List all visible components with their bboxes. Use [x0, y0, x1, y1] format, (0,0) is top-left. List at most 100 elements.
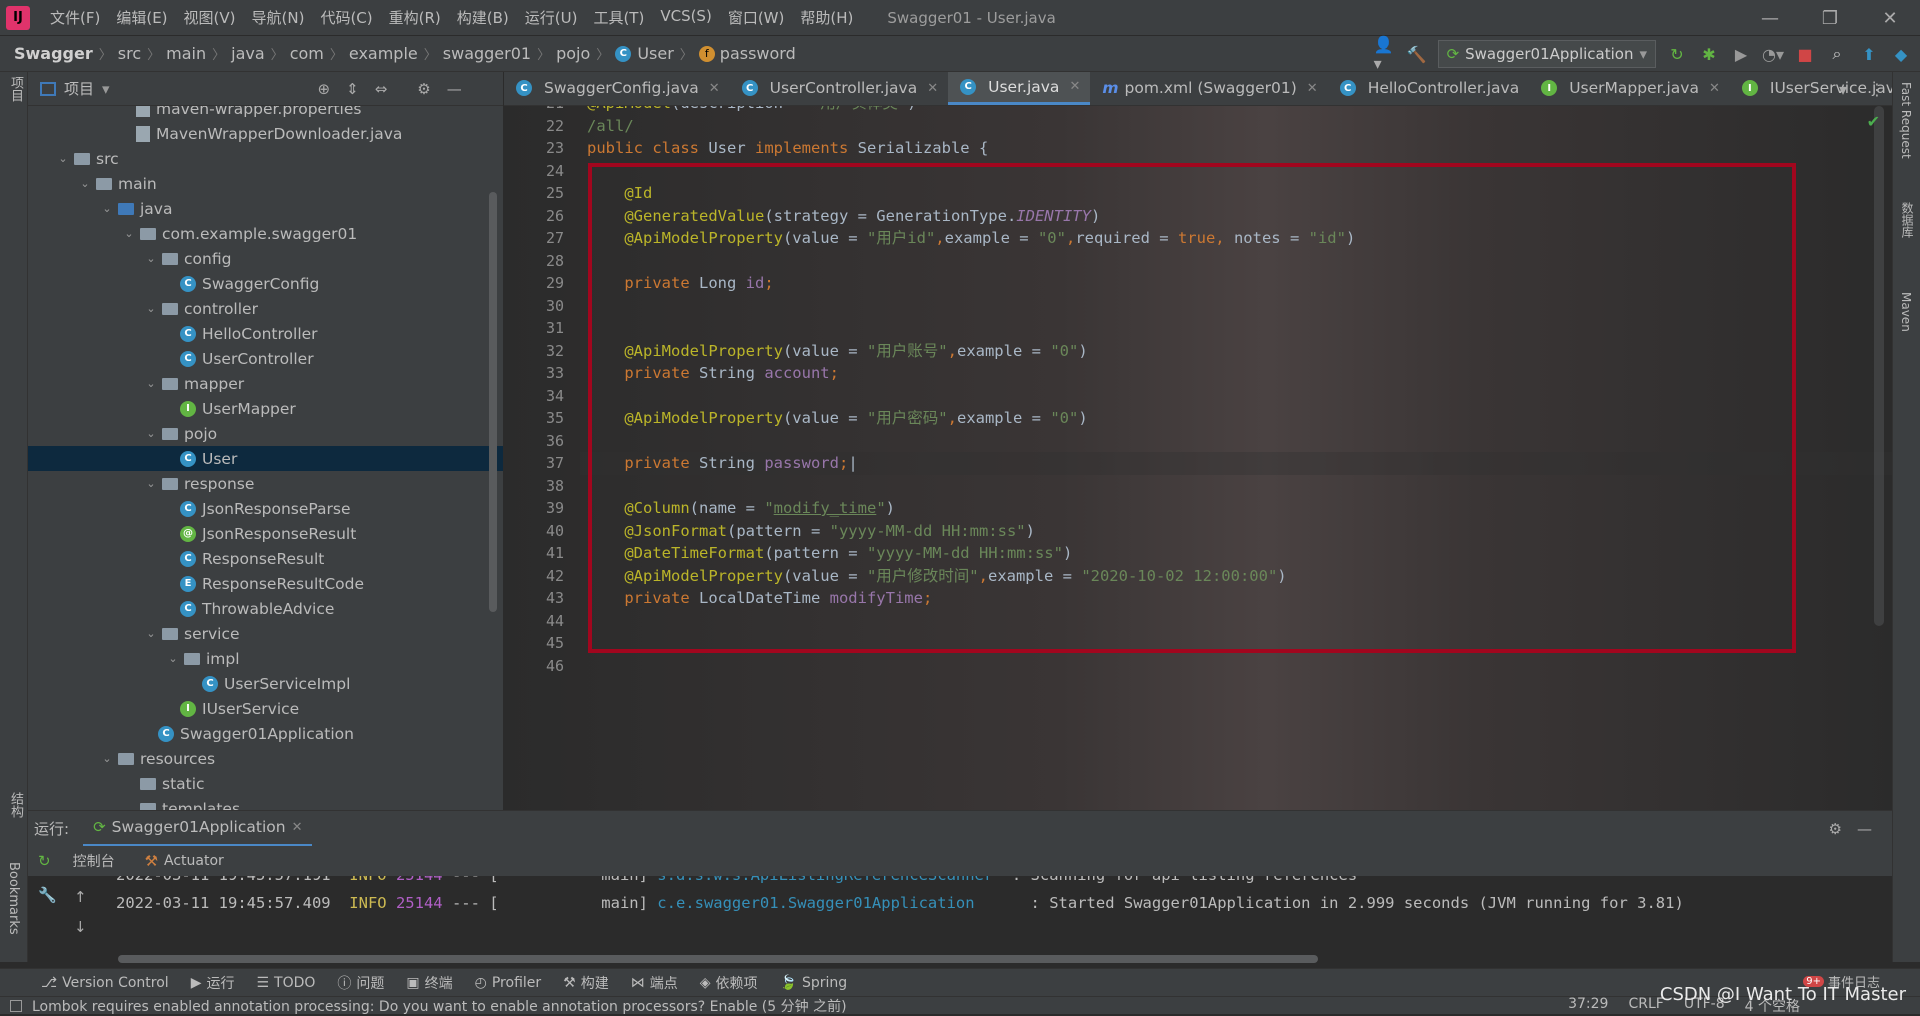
breadcrumb-item[interactable]: Swagger	[14, 44, 93, 63]
chevron-icon[interactable]: ⌄	[144, 477, 158, 490]
menu-item[interactable]: 构建(B)	[449, 7, 517, 28]
tree-item[interactable]: MavenWrapperDownloader.java	[28, 121, 503, 146]
editor-tab[interactable]: C User.java ✕	[948, 72, 1091, 105]
tree-item[interactable]: E ResponseResultCode	[28, 571, 503, 596]
breadcrumb-item[interactable]: com	[290, 44, 324, 63]
bottom-tool-button[interactable]: ⓘ 问题	[326, 973, 395, 993]
code-editor[interactable]: 2122 23 24 25 26 27 28 29 30 31 32 33 34 35 36 37 38 39 40…	[504, 106, 1892, 810]
tabs-overflow-icon[interactable]: ▾	[1832, 78, 1854, 100]
bottom-tool-button[interactable]: ⎇ Version Control	[30, 975, 180, 991]
minimize-icon[interactable]: —	[1740, 0, 1800, 36]
breadcrumb-item[interactable]: pojo	[556, 44, 590, 63]
tree-item[interactable]: ⌄ pojo	[28, 421, 503, 446]
tree-item[interactable]: ⌄ java	[28, 196, 503, 221]
code-line[interactable]: @ApiModel(description = "用户实体类")	[587, 106, 917, 115]
tree-item[interactable]: ⌄ impl	[28, 646, 503, 671]
breadcrumb-item[interactable]: src	[118, 44, 141, 63]
bottom-tool-button[interactable]: ⋈ 端点	[620, 973, 689, 993]
breadcrumb-item[interactable]: java	[231, 44, 265, 63]
status-widget[interactable]: 37:29	[1568, 996, 1608, 1016]
locate-icon[interactable]: ⊕	[318, 80, 331, 98]
chevron-icon[interactable]: ⌄	[166, 652, 180, 665]
tree-item[interactable]: C UserController	[28, 346, 503, 371]
chevron-icon[interactable]: ⌄	[144, 252, 158, 265]
rerun-icon[interactable]: ↻	[38, 852, 51, 870]
code-line[interactable]: public class User implements Serializabl…	[587, 137, 988, 160]
tree-item[interactable]: ⌄ com.example.swagger01	[28, 221, 503, 246]
console-tab[interactable]: 控制台	[73, 851, 115, 871]
tree-item[interactable]: ⌄ response	[28, 471, 503, 496]
user-icon[interactable]: 👤▾	[1374, 35, 1396, 73]
console-horizontal-scrollbar[interactable]	[118, 955, 1318, 963]
wrench-icon[interactable]: 🔧	[38, 886, 57, 904]
structure-tool-button[interactable]: 结构	[6, 792, 25, 818]
restore-icon[interactable]: ❐	[1800, 0, 1860, 36]
menu-item[interactable]: 视图(V)	[176, 7, 244, 28]
menu-item[interactable]: 代码(C)	[312, 7, 380, 28]
chevron-icon[interactable]: ⌄	[144, 627, 158, 640]
close-icon[interactable]: ✕	[1709, 81, 1720, 96]
profile-icon[interactable]: ◔▾	[1762, 43, 1784, 65]
chevron-icon[interactable]: ⌄	[56, 152, 70, 165]
close-icon[interactable]: ✕	[1307, 81, 1318, 96]
tree-item[interactable]: ⌄ mapper	[28, 371, 503, 396]
chevron-down-icon[interactable]: ▾	[102, 80, 110, 98]
status-message[interactable]: Lombok requires enabled annotation proce…	[32, 996, 847, 1016]
tree-item[interactable]: ⌄ main	[28, 171, 503, 196]
tree-item[interactable]: C User	[28, 446, 503, 471]
tree-item[interactable]: C JsonResponseParse	[28, 496, 503, 521]
tree-item[interactable]: ⌄ resources	[28, 746, 503, 771]
actuator-tab[interactable]: Actuator	[164, 853, 224, 869]
editor-scrollbar[interactable]	[1874, 106, 1884, 626]
menu-item[interactable]: 工具(T)	[585, 7, 652, 28]
scroll-down-icon[interactable]: ↓	[74, 918, 87, 936]
chevron-icon[interactable]: ⌄	[144, 377, 158, 390]
chevron-icon[interactable]: ⌄	[100, 752, 114, 765]
fast-request-tool-button[interactable]: Fast Request	[1899, 82, 1913, 159]
close-icon[interactable]: ✕	[1860, 0, 1920, 36]
menu-item[interactable]: 运行(U)	[517, 7, 586, 28]
chevron-icon[interactable]: ⌄	[122, 227, 136, 240]
tree-item[interactable]: C ResponseResult	[28, 546, 503, 571]
bottom-tool-button[interactable]: 🍃 Spring	[769, 975, 859, 991]
more-icon[interactable]: ⋮	[1866, 78, 1888, 100]
breadcrumb-item[interactable]: example	[349, 44, 418, 63]
menu-item[interactable]: 文件(F)	[42, 7, 108, 28]
tree-item[interactable]: C Swagger01Application	[28, 721, 503, 746]
bottom-tool-button[interactable]: ◴ Profiler	[464, 975, 553, 991]
close-icon[interactable]: ✕	[927, 81, 938, 96]
status-checkbox-icon[interactable]	[10, 999, 22, 1012]
tree-item[interactable]: I IUserService	[28, 696, 503, 721]
menu-item[interactable]: 帮助(H)	[792, 7, 861, 28]
project-panel-title[interactable]: 项目	[64, 78, 94, 99]
bottom-tool-button[interactable]: ▣ 终端	[395, 973, 463, 993]
breadcrumb-item[interactable]: password	[720, 44, 796, 63]
update-icon[interactable]: ⬆	[1858, 43, 1880, 65]
status-widget[interactable]: CRLF	[1628, 996, 1663, 1016]
close-icon[interactable]: ✕	[709, 81, 720, 96]
database-tool-button[interactable]: 数据库	[1899, 202, 1916, 238]
close-icon[interactable]: ✕	[1069, 79, 1080, 94]
chevron-icon[interactable]: ⌄	[144, 427, 158, 440]
hide-icon[interactable]: —	[447, 80, 462, 98]
menu-item[interactable]: VCS(S)	[652, 7, 719, 28]
chevron-icon[interactable]: ⌄	[144, 302, 158, 315]
breadcrumb-item[interactable]: main	[166, 44, 206, 63]
project-tool-button[interactable]: 项目	[6, 76, 25, 102]
menu-item[interactable]: 导航(N)	[244, 7, 313, 28]
tree-item[interactable]: C ThrowableAdvice	[28, 596, 503, 621]
close-icon[interactable]: ✕	[292, 820, 303, 835]
editor-tab[interactable]: I UserMapper.java ✕	[1529, 72, 1730, 105]
editor-tab[interactable]: C SwaggerConfig.java ✕	[504, 72, 730, 105]
editor-tab[interactable]: m pom.xml (Swagger01) ✕	[1090, 72, 1327, 105]
chevron-icon[interactable]: ⌄	[78, 177, 92, 190]
bookmarks-tool-button[interactable]: Bookmarks	[6, 862, 21, 935]
breadcrumb-item[interactable]: User	[637, 44, 673, 63]
console-output[interactable]: 🔧 ↑ ↓ 2022-03-11 19:45:57.191 INFO 25144…	[28, 876, 1892, 968]
bottom-tool-button[interactable]: ◈ 依赖项	[689, 973, 769, 993]
plugin-icon[interactable]: ◆	[1890, 43, 1912, 65]
tree-item[interactable]: C HelloController	[28, 321, 503, 346]
run-configuration-select[interactable]: ⟳ Swagger01Application ▾	[1437, 40, 1656, 68]
editor-tab[interactable]: C HelloController.java	[1328, 72, 1530, 105]
tree-item[interactable]: ⌄ src	[28, 146, 503, 171]
